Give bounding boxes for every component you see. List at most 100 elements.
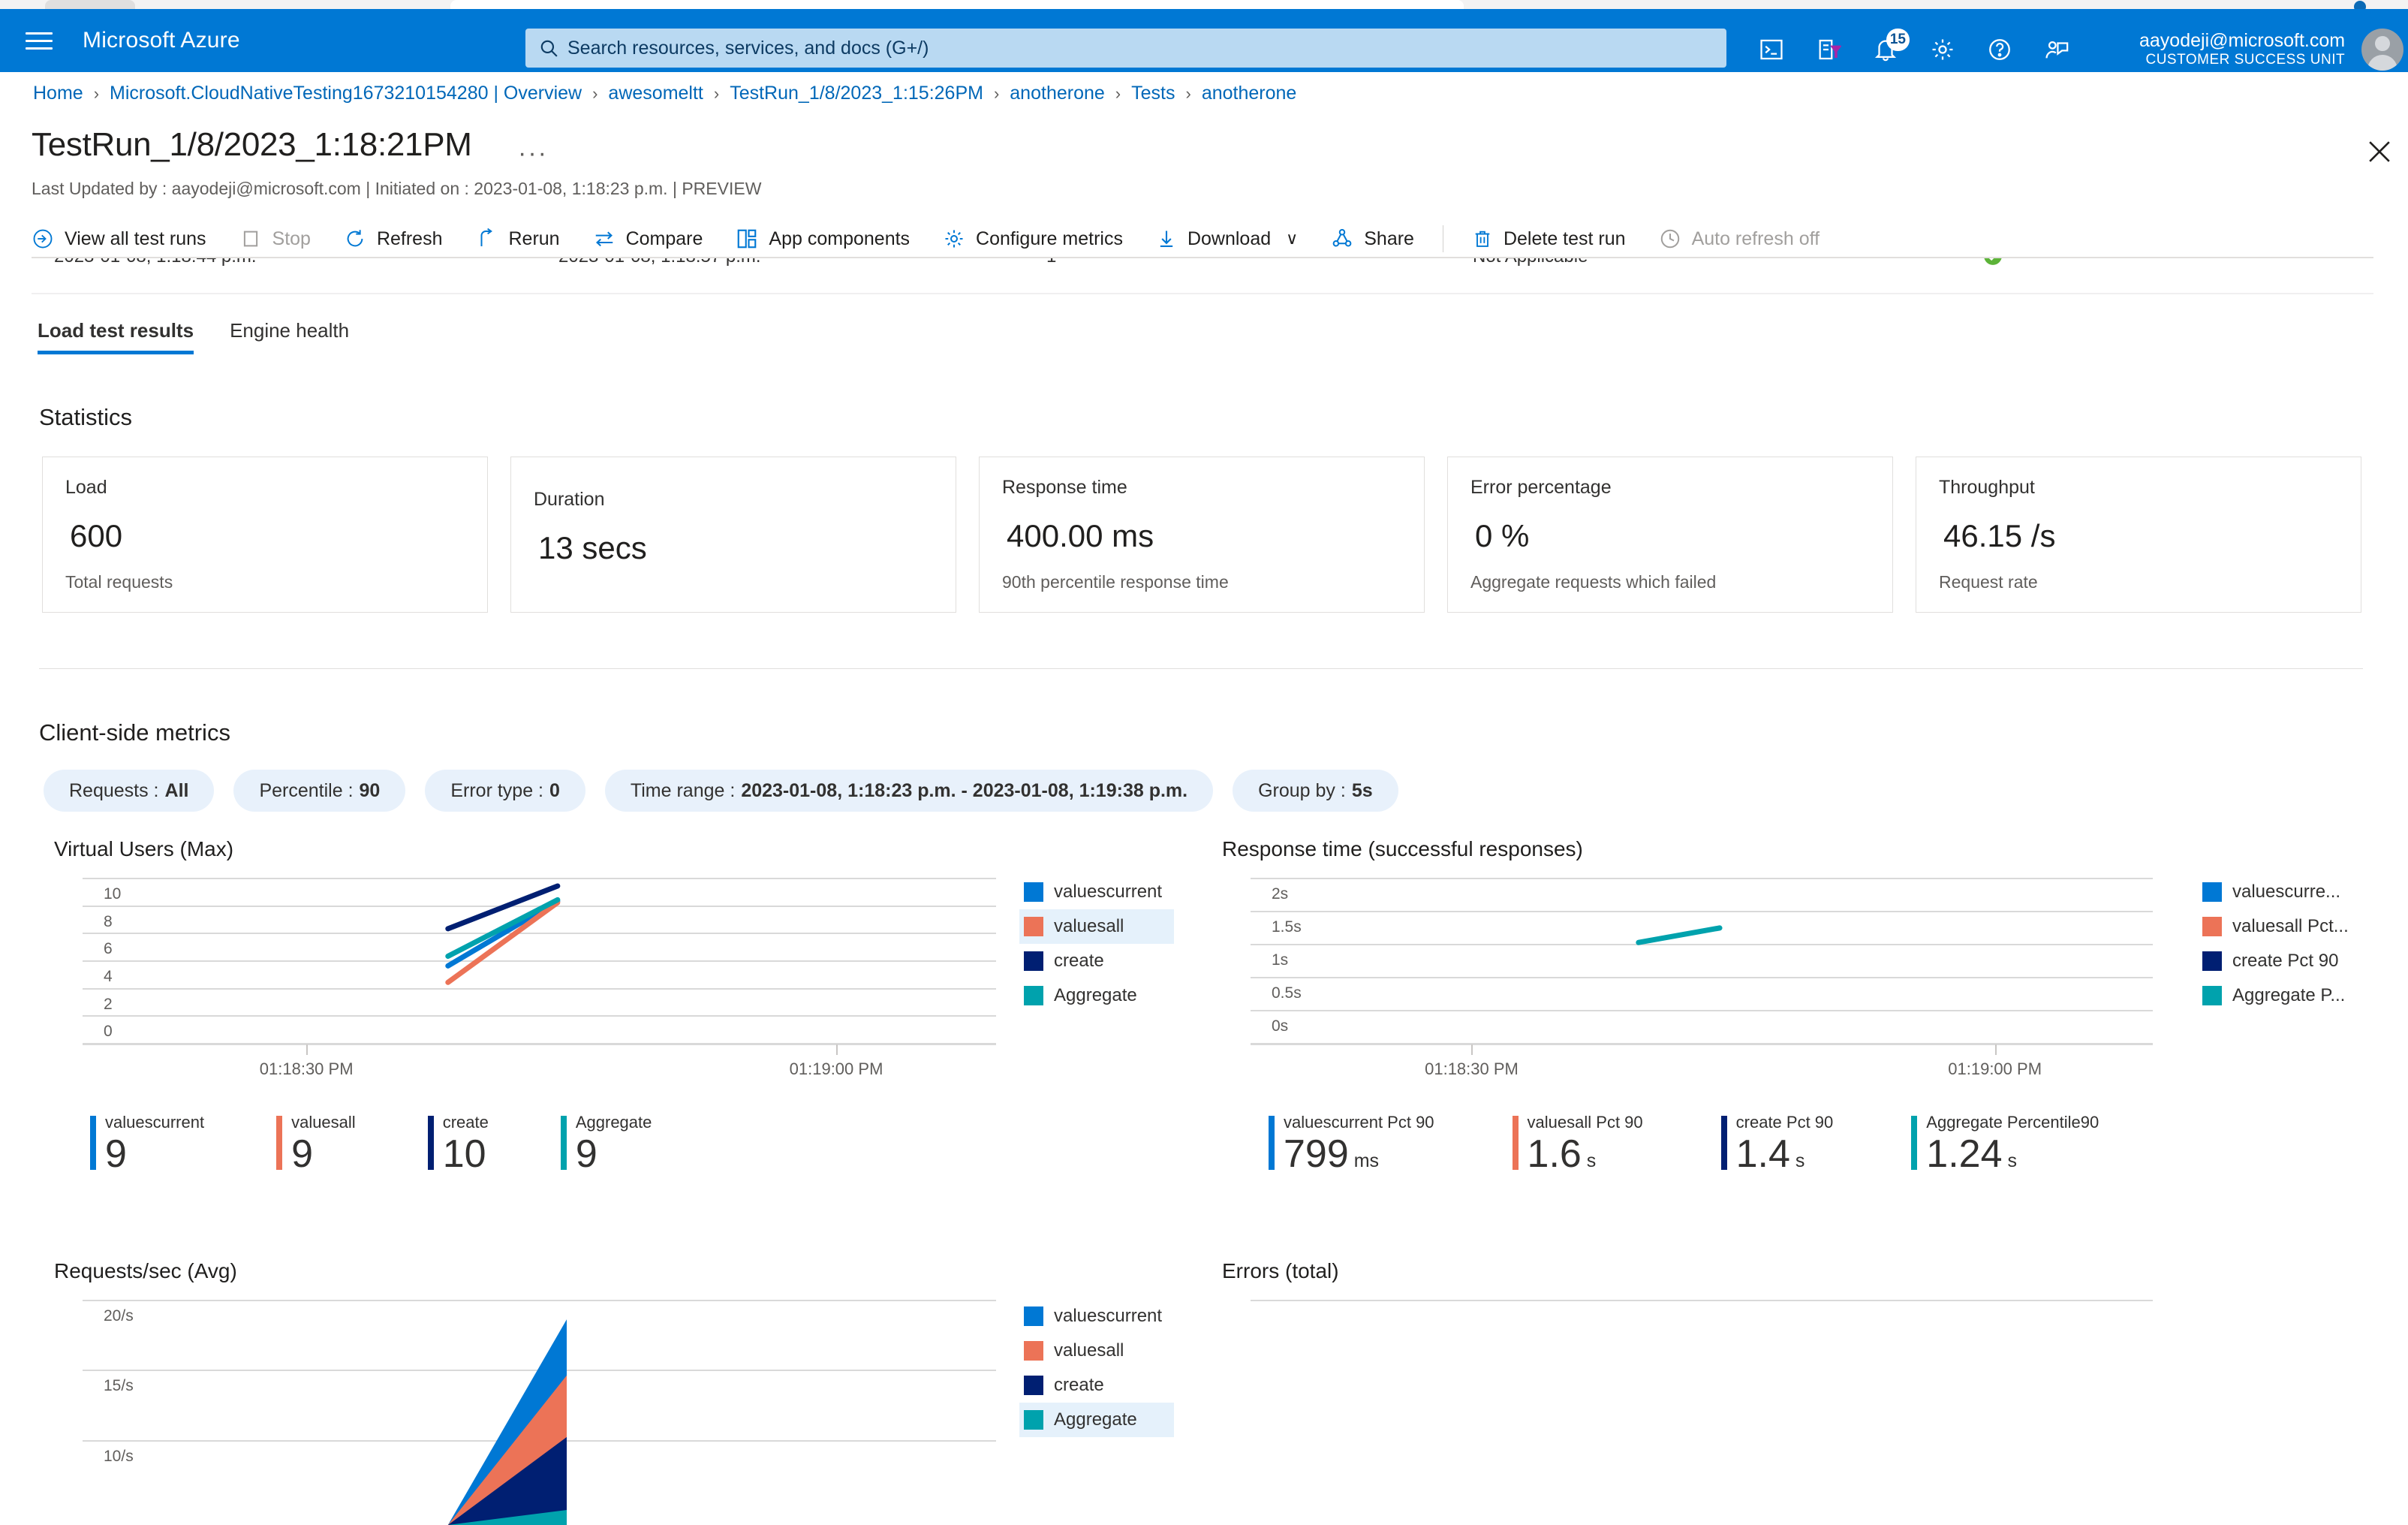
statistics-cards: Load600Total requestsDuration13 secsResp… xyxy=(42,457,2361,613)
breadcrumb-item-4[interactable]: anotherone xyxy=(1010,83,1105,104)
legend-color-swatch xyxy=(2202,917,2222,936)
filter-pill-requests[interactable]: Requests :All xyxy=(44,770,214,812)
gear-icon[interactable] xyxy=(1928,35,1958,65)
avatar[interactable] xyxy=(2361,29,2403,71)
legend-item[interactable]: Aggregate xyxy=(1019,978,1174,1013)
command-label: Auto refresh off xyxy=(1692,228,1820,250)
plot-area[interactable]: 108642001:18:30 PM01:19:00 PM xyxy=(54,878,996,1058)
filter-value: 0 xyxy=(549,780,560,802)
command-compare[interactable]: Compare xyxy=(576,218,720,260)
help-icon[interactable] xyxy=(1985,35,2015,65)
cloud-shell-icon[interactable] xyxy=(1756,35,1786,65)
stat-value: 0 % xyxy=(1475,518,1870,554)
legend-color-swatch xyxy=(2202,882,2222,902)
kpi-aggregate: Aggregate9 xyxy=(561,1113,652,1176)
account-org: CUSTOMER SUCCESS UNIT xyxy=(2139,51,2345,69)
chart-virtual-users-max: Virtual Users (Max) 108642001:18:30 PM01:… xyxy=(54,837,1041,1058)
kpi-value: 799 ms xyxy=(1284,1132,1434,1183)
rerun-icon xyxy=(476,228,498,250)
legend-color-swatch xyxy=(1024,917,1043,936)
legend-item[interactable]: valuesall xyxy=(1019,1334,1174,1368)
stat-card-load: Load600Total requests xyxy=(42,457,488,613)
kpi-text: create Pct 901.4 s xyxy=(1736,1113,1834,1183)
command-rerun[interactable]: Rerun xyxy=(459,218,576,260)
directories-filter-icon[interactable] xyxy=(1814,35,1844,65)
chart-kpi-group: valuescurrent Pct 90799 msvaluesall Pct … xyxy=(1269,1113,2099,1183)
breadcrumb-item-0[interactable]: Home xyxy=(33,83,83,104)
chart-title: Requests/sec (Avg) xyxy=(54,1259,1041,1283)
breadcrumb-item-6[interactable]: anotherone xyxy=(1202,83,1297,104)
legend-item[interactable]: valuesall xyxy=(1019,909,1174,944)
feedback-icon[interactable] xyxy=(2042,35,2072,65)
command-app-components[interactable]: App components xyxy=(719,218,926,260)
browser-tab-inactive[interactable] xyxy=(45,0,135,9)
x-axis-tick: 01:18:30 PM xyxy=(1425,1059,1519,1079)
legend-item[interactable]: create Pct 90 xyxy=(2198,944,2361,978)
kpi-unit: ms xyxy=(1349,1150,1379,1171)
plot-area[interactable] xyxy=(1222,1300,2153,1525)
chart-title: Response time (successful responses) xyxy=(1222,837,2198,861)
legend-color-swatch xyxy=(1024,1376,1043,1395)
legend-item[interactable]: valuescurrent xyxy=(1019,1299,1174,1334)
global-search[interactable] xyxy=(525,29,1726,68)
breadcrumb-item-2[interactable]: awesomeltt xyxy=(608,83,703,104)
tab-load-test-results[interactable]: Load test results xyxy=(38,319,194,354)
search-input[interactable] xyxy=(567,38,1713,59)
legend-item[interactable]: valuescurrent xyxy=(1019,875,1174,909)
command-refresh[interactable]: Refresh xyxy=(327,218,459,260)
client-metrics-heading: Client-side metrics xyxy=(39,719,230,746)
azure-brand[interactable]: Microsoft Azure xyxy=(83,28,240,53)
test-run-row-clipped: 2023-01-08, 1:18:44 p.m. 2023-01-08, 1:1… xyxy=(32,257,2373,288)
legend-item[interactable]: create xyxy=(1019,1368,1174,1403)
kpi-name: create xyxy=(443,1113,489,1132)
filter-pill-error-type[interactable]: Error type :0 xyxy=(425,770,585,812)
legend-item[interactable]: valuescurre... xyxy=(2198,875,2361,909)
command-share[interactable]: Share xyxy=(1314,218,1431,260)
browser-tab-active[interactable] xyxy=(450,0,1464,9)
breadcrumb-item-5[interactable]: Tests xyxy=(1131,83,1175,104)
command-auto-refresh-off: Auto refresh off xyxy=(1642,218,1836,260)
plot-area[interactable]: 20/s15/s10/s xyxy=(54,1300,996,1525)
stat-card-duration: Duration13 secs xyxy=(510,457,956,613)
legend-item[interactable]: Aggregate P... xyxy=(2198,978,2361,1013)
chevron-down-icon[interactable]: ∨ xyxy=(1286,229,1298,249)
filter-pill-percentile[interactable]: Percentile :90 xyxy=(233,770,405,812)
breadcrumb-item-1[interactable]: Microsoft.CloudNativeTesting167321015428… xyxy=(110,83,582,104)
legend-label: Aggregate xyxy=(1054,1409,1137,1430)
legend-item[interactable]: create xyxy=(1019,944,1174,978)
chart-title: Errors (total) xyxy=(1222,1259,2198,1283)
command-stop: Stop xyxy=(223,218,327,260)
tab-engine-health[interactable]: Engine health xyxy=(230,319,349,354)
kpi-value: 9 xyxy=(576,1132,652,1176)
command-download[interactable]: Download∨ xyxy=(1139,218,1314,260)
stat-value: 13 secs xyxy=(538,530,933,566)
kpi-unit: s xyxy=(1582,1150,1596,1171)
command-delete-test-run[interactable]: Delete test run xyxy=(1455,218,1642,260)
legend-color-swatch xyxy=(1024,951,1043,971)
filter-pill-group-by[interactable]: Group by :5s xyxy=(1233,770,1398,812)
kpi-value: 9 xyxy=(291,1132,356,1176)
kpi-color-bar xyxy=(1513,1116,1519,1170)
command-view-all-test-runs[interactable]: View all test runs xyxy=(32,218,223,260)
menu-icon[interactable] xyxy=(26,26,56,56)
account-menu[interactable]: aayodeji@microsoft.com CUSTOMER SUCCESS … xyxy=(2139,18,2403,81)
legend-item[interactable]: Aggregate xyxy=(1019,1403,1174,1437)
notifications-icon[interactable]: 15 xyxy=(1871,35,1901,65)
more-options-button[interactable]: ··· xyxy=(518,139,548,168)
chart-title: Virtual Users (Max) xyxy=(54,837,1041,861)
breadcrumb-item-3[interactable]: TestRun_1/8/2023_1:15:26PM xyxy=(730,83,983,104)
statistics-heading: Statistics xyxy=(39,404,132,431)
account-text: aayodeji@microsoft.com CUSTOMER SUCCESS … xyxy=(2139,30,2345,69)
command-configure-metrics[interactable]: Configure metrics xyxy=(926,218,1139,260)
breadcrumb-separator: › xyxy=(1185,84,1190,104)
plot-area[interactable]: 2s1.5s1s0.5s0s01:18:30 PM01:19:00 PM xyxy=(1222,878,2153,1058)
x-axis-tickmark xyxy=(836,1044,838,1055)
table-row[interactable]: 2023-01-08, 1:18:44 p.m. 2023-01-08, 1:1… xyxy=(32,258,2373,288)
breadcrumb-separator: › xyxy=(1115,84,1121,104)
kpi-text: Aggregate9 xyxy=(576,1113,652,1176)
close-icon[interactable] xyxy=(2363,135,2396,168)
kpi-name: valuesall Pct 90 xyxy=(1528,1113,1643,1132)
legend-item[interactable]: valuesall Pct... xyxy=(2198,909,2361,944)
filter-pill-time-range[interactable]: Time range :2023-01-08, 1:18:23 p.m. - 2… xyxy=(605,770,1213,812)
x-axis-tick: 01:19:00 PM xyxy=(790,1059,883,1079)
